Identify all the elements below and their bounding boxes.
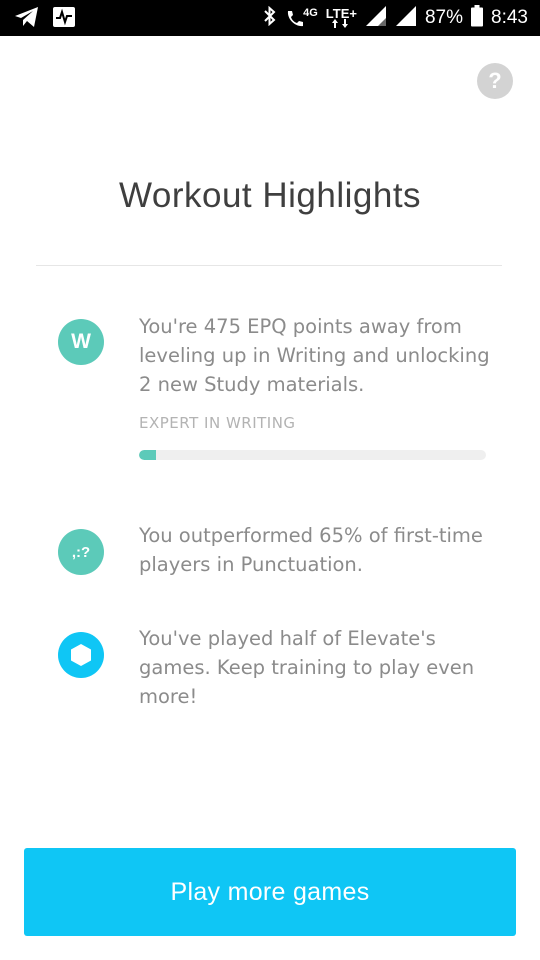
progress-bar <box>139 450 486 460</box>
highlight-text: You outperformed 65% of first-time playe… <box>139 524 483 576</box>
page-title: Workout Highlights <box>118 176 422 215</box>
network-4g-label: 4G <box>303 7 318 19</box>
telegram-icon <box>14 6 40 32</box>
activity-monitor-icon <box>52 6 76 32</box>
cell-signal-icon-1 <box>365 5 387 31</box>
battery-percent: 87% <box>424 7 464 28</box>
highlight-text: You've played half of Elevate's games. K… <box>139 627 475 708</box>
cell-signal-icon-2 <box>395 5 417 31</box>
status-bar: 4G LTE+ 87% 8:43 <box>0 0 540 36</box>
help-button[interactable]: ? <box>477 63 513 99</box>
skill-level-label: EXPERT IN WRITING <box>139 414 296 432</box>
punctuation-icon-glyph: ,:? <box>71 543 91 561</box>
clock: 8:43 <box>491 7 528 28</box>
punctuation-icon: ,:? <box>58 529 104 575</box>
network-lte-label: LTE+ <box>325 6 357 21</box>
progress-fill <box>139 450 157 460</box>
hexagon-icon <box>58 632 104 678</box>
battery-icon <box>471 5 484 31</box>
wifi-calling-icon: 4G <box>285 8 318 28</box>
highlight-text: You're 475 EPQ points away from leveling… <box>139 315 490 396</box>
lte-indicator: LTE+ <box>325 6 357 28</box>
help-question-icon: ? <box>488 68 502 93</box>
play-more-games-button[interactable]: Play more games <box>24 848 516 936</box>
writing-icon: W <box>58 319 104 365</box>
bluetooth-icon <box>263 5 277 30</box>
divider <box>36 265 502 266</box>
writing-icon-letter: W <box>71 330 91 353</box>
